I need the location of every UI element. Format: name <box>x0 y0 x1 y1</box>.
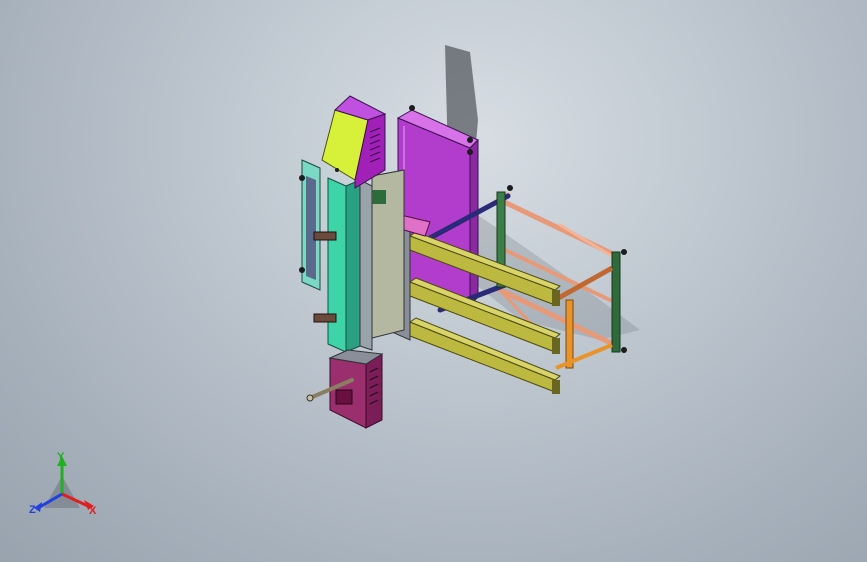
bottom-control-cabinet[interactable] <box>328 349 384 429</box>
teal-column-frame[interactable] <box>299 159 405 353</box>
x-axis-label: X <box>89 505 97 517</box>
coordinate-triad <box>34 456 94 512</box>
z-axis-label: Z <box>29 504 36 516</box>
cad-model-scene[interactable] <box>0 0 867 562</box>
top-control-cabinet[interactable] <box>321 95 387 189</box>
cad-viewport[interactable]: Y X Z <box>0 0 867 562</box>
y-axis-label: Y <box>57 451 65 463</box>
